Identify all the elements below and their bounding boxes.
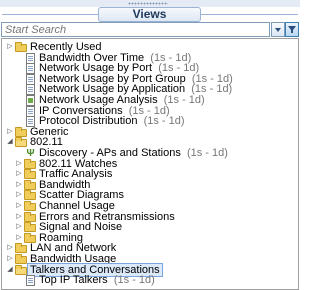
panel-grip[interactable] — [0, 0, 300, 7]
folder-icon — [24, 179, 36, 190]
folder-icon — [24, 232, 36, 243]
folder-icon — [15, 126, 27, 137]
views-tab[interactable]: Views — [98, 7, 201, 22]
expanded-arrow-icon[interactable]: ◢ — [6, 266, 14, 274]
search-options-button[interactable] — [271, 22, 285, 37]
time-range: (1s - 1d) — [143, 115, 185, 128]
antenna-icon: Ψ — [26, 148, 35, 159]
collapsed-arrow-icon[interactable]: ▷ — [15, 202, 23, 210]
document-icon — [24, 63, 36, 75]
time-range: (1s - 1d) — [163, 94, 205, 106]
search-bar — [1, 22, 299, 37]
time-range: (1s - 1d) — [186, 147, 228, 159]
collapsed-arrow-icon[interactable]: ▷ — [15, 213, 23, 221]
panel-header: Views — [0, 7, 300, 22]
folder-icon — [24, 169, 36, 180]
folder-icon — [15, 254, 27, 264]
document-icon — [24, 275, 36, 287]
time-range: (1s - 1d) — [113, 274, 155, 287]
folder-icon — [15, 243, 27, 254]
collapsed-arrow-icon[interactable]: ▷ — [6, 244, 14, 252]
collapsed-arrow-icon[interactable]: ▷ — [15, 160, 23, 168]
tree-item-label: Top IP Talkers (1s - 1d) — [39, 274, 155, 287]
dropdown-arrow-icon — [275, 28, 281, 32]
document-icon — [24, 105, 36, 117]
folder-open-icon — [15, 264, 27, 275]
expanded-arrow-icon[interactable]: ◢ — [6, 138, 14, 146]
document-icon — [24, 84, 36, 96]
grip-dots — [128, 2, 168, 5]
filter-icon — [288, 26, 296, 33]
collapsed-arrow-icon[interactable]: ▷ — [15, 234, 23, 242]
collapsed-arrow-icon[interactable]: ▷ — [15, 191, 23, 199]
search-input[interactable] — [1, 22, 270, 37]
document-icon — [24, 52, 36, 64]
collapsed-arrow-icon[interactable]: ▷ — [6, 43, 14, 51]
folder-open-icon — [15, 137, 27, 148]
collapsed-arrow-icon[interactable]: ▷ — [6, 128, 14, 136]
collapsed-arrow-icon[interactable]: ▷ — [6, 255, 14, 263]
collapsed-arrow-icon[interactable]: ▷ — [15, 170, 23, 178]
document-green-icon — [24, 95, 36, 106]
folder-icon — [24, 211, 36, 222]
filter-button[interactable] — [285, 22, 299, 37]
folder-icon — [24, 190, 36, 201]
document-icon — [24, 116, 36, 128]
folder-icon — [24, 222, 36, 233]
collapsed-arrow-icon[interactable]: ▷ — [15, 181, 23, 189]
folder-icon — [24, 158, 36, 169]
folder-icon — [15, 42, 27, 52]
views-tree[interactable]: ▷ Recently Used Bandwidth Over Time (1s - … — [1, 38, 299, 290]
document-icon — [24, 73, 36, 85]
collapsed-arrow-icon[interactable]: ▷ — [15, 223, 23, 231]
folder-icon — [24, 201, 36, 211]
